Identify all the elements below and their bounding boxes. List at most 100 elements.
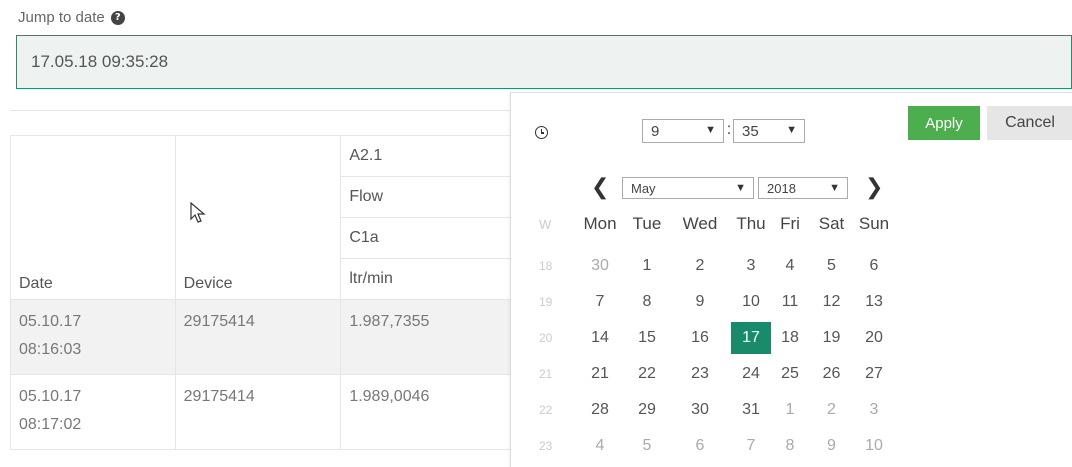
calendar-day-selected[interactable]: 17: [731, 322, 771, 354]
calendar-day[interactable]: 26: [809, 358, 854, 390]
jump-label-text: Jump to date: [18, 9, 105, 26]
clock-icon: [535, 126, 548, 139]
header-sensor-cell: C1a: [340, 217, 520, 259]
table-row: 05.10.17 08:17:02 29175414 1.989,0046: [10, 374, 520, 450]
data-table: Date Device A2.1 Flow C1a ltr/min 05.10.…: [10, 135, 520, 450]
calendar-day[interactable]: 30: [669, 394, 731, 426]
week-number: 18: [539, 259, 553, 273]
calendar-day[interactable]: 4: [771, 250, 809, 282]
calendar-day[interactable]: 8: [625, 286, 669, 318]
calendar-day[interactable]: 30: [575, 250, 625, 282]
calendar-day[interactable]: 3: [854, 394, 894, 426]
calendar-day[interactable]: 5: [625, 430, 669, 462]
chevron-right-icon[interactable]: ❯: [865, 175, 883, 200]
calendar-day[interactable]: 2: [669, 250, 731, 282]
calendar-day[interactable]: 18: [771, 322, 809, 354]
header-quantity: Flow: [349, 188, 384, 205]
apply-button[interactable]: Apply: [908, 106, 980, 140]
header-date-cell: Date: [10, 135, 176, 300]
header-channel: A2.1: [349, 147, 383, 164]
calendar-day[interactable]: 7: [731, 430, 771, 462]
calendar-day[interactable]: 11: [771, 286, 809, 318]
weekday-label: Thu: [736, 214, 766, 233]
weekday-label: Wed: [682, 214, 718, 233]
calendar-day[interactable]: 2: [809, 394, 854, 426]
week-number: 22: [539, 403, 553, 417]
weekday-label: Sat: [818, 214, 845, 233]
calendar-week-row: 21 21 22 23 24 25 26 27: [531, 356, 894, 392]
calendar-day[interactable]: 25: [771, 358, 809, 390]
calendar-day[interactable]: 7: [575, 286, 625, 318]
calendar-day[interactable]: 16: [669, 322, 731, 354]
calendar-day[interactable]: 14: [575, 322, 625, 354]
datetime-picker-popup: 9 ▼ : 35 ▼ Apply Cancel ❮ May ▼ 2018 ▼ ❯…: [510, 92, 1072, 467]
mouse-cursor-icon: [190, 202, 206, 223]
calendar-day[interactable]: 23: [669, 358, 731, 390]
calendar-day[interactable]: 13: [854, 286, 894, 318]
year-select[interactable]: 2018 ▼: [758, 177, 848, 199]
calendar-day[interactable]: 1: [771, 394, 809, 426]
row-date-time: 08:17:02: [19, 416, 82, 433]
cancel-button[interactable]: Cancel: [987, 106, 1072, 140]
question-circle-icon[interactable]: ?: [110, 10, 125, 25]
calendar-day[interactable]: 24: [731, 358, 771, 390]
jump-to-date-label: Jump to date ?: [18, 9, 125, 26]
minute-value: 35: [742, 122, 759, 140]
calendar-day[interactable]: 8: [771, 430, 809, 462]
calendar-day[interactable]: 19: [809, 322, 854, 354]
chevron-left-icon[interactable]: ❮: [591, 175, 609, 200]
calendar-day[interactable]: 27: [854, 358, 894, 390]
calendar-day[interactable]: 10: [731, 286, 771, 318]
row-value: 1.989,0046: [349, 388, 430, 405]
row-device: 29175414: [183, 388, 255, 405]
calendar-day[interactable]: 28: [575, 394, 625, 426]
row-device: 29175414: [183, 313, 255, 330]
week-number: 21: [539, 367, 553, 381]
row-device-cell: 29175414: [174, 299, 342, 375]
calendar-week-row: 20 14 15 16 17 18 19 20: [531, 320, 894, 356]
calendar-day[interactable]: 9: [809, 430, 854, 462]
row-date-day: 05.10.17: [19, 388, 82, 405]
calendar-day[interactable]: 3: [731, 250, 771, 282]
row-date-time: 08:16:03: [19, 341, 82, 358]
dropdown-arrow-icon: ▼: [786, 124, 797, 136]
calendar-day[interactable]: 6: [669, 430, 731, 462]
calendar-week-row: 19 7 8 9 10 11 12 13: [531, 284, 894, 320]
calendar-day[interactable]: 4: [575, 430, 625, 462]
weekday-label: Sun: [858, 214, 890, 233]
month-select[interactable]: May ▼: [622, 177, 754, 199]
header-unit-cell: ltr/min: [340, 258, 520, 300]
hour-select[interactable]: 9 ▼: [642, 119, 724, 143]
weekday-header: W Mon Tue Wed Thu Fri Sat Sun: [531, 214, 894, 234]
calendar-day[interactable]: 5: [809, 250, 854, 282]
weekday-label: Fri: [780, 214, 800, 233]
year-value: 2018: [767, 180, 796, 196]
calendar-day[interactable]: 29: [625, 394, 669, 426]
row-value: 1.987,7355: [349, 313, 430, 330]
divider: [10, 110, 520, 111]
week-number: 19: [539, 295, 553, 309]
date-input-value: 17.05.18 09:35:28: [31, 52, 169, 71]
calendar-day[interactable]: 6: [854, 250, 894, 282]
calendar-day[interactable]: 21: [575, 358, 625, 390]
column-header-date: Date: [19, 275, 53, 292]
minute-select[interactable]: 35 ▼: [733, 119, 805, 143]
hour-value: 9: [651, 122, 660, 140]
calendar-day[interactable]: 12: [809, 286, 854, 318]
dropdown-arrow-icon: ▼: [735, 182, 746, 194]
calendar-day[interactable]: 10: [854, 430, 894, 462]
week-number: 23: [539, 439, 553, 453]
calendar-day[interactable]: 31: [731, 394, 771, 426]
date-input[interactable]: 17.05.18 09:35:28: [16, 35, 1072, 89]
row-value-cell: 1.989,0046: [340, 374, 520, 450]
table-row: 05.10.17 08:16:03 29175414 1.987,7355: [10, 299, 520, 375]
calendar-day[interactable]: 15: [625, 322, 669, 354]
dropdown-arrow-icon: ▼: [829, 182, 840, 194]
row-date: 05.10.17 08:16:03: [11, 300, 175, 374]
calendar-day[interactable]: 1: [625, 250, 669, 282]
calendar-day[interactable]: 20: [854, 322, 894, 354]
column-header-unit: ltr/min: [349, 270, 393, 287]
calendar-day[interactable]: 22: [625, 358, 669, 390]
row-date-cell: 05.10.17 08:17:02: [10, 374, 176, 450]
calendar-day[interactable]: 9: [669, 286, 731, 318]
